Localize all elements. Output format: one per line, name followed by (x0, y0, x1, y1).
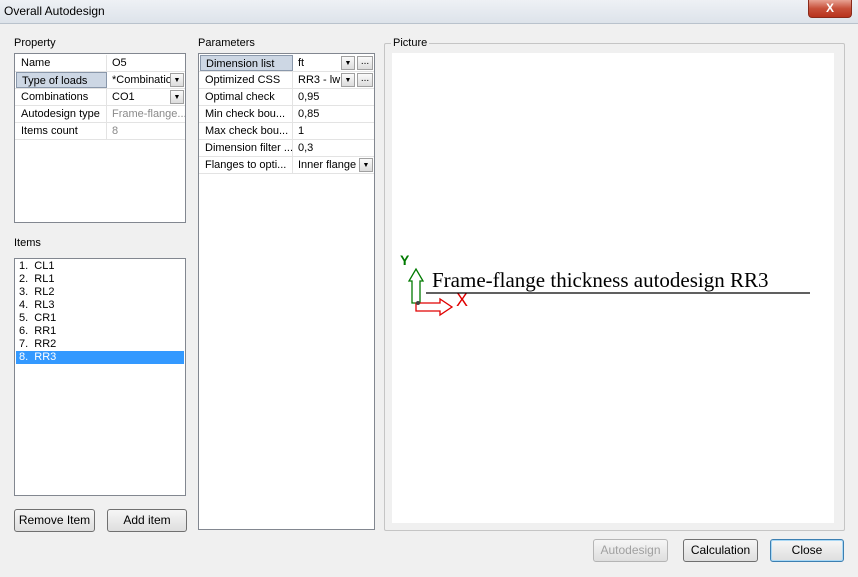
property-name: Type of loads (16, 72, 107, 88)
parameter-row[interactable]: Min check bou... 0,85 (199, 106, 374, 123)
property-row[interactable]: Autodesign type Frame-flange... (15, 106, 185, 123)
property-value-text: CO1 (112, 91, 135, 103)
window-title: Overall Autodesign (4, 4, 105, 18)
calculation-button[interactable]: Calculation (683, 539, 758, 562)
property-value-text: 8 (112, 125, 119, 137)
parameter-row[interactable]: Dimension list ft ▼... (199, 55, 374, 72)
chevron-down-icon[interactable]: ▼ (170, 73, 184, 87)
list-item[interactable]: 6. RR1 (16, 325, 184, 338)
property-value[interactable]: 8 (107, 123, 185, 139)
list-item[interactable]: 8. RR3 (16, 351, 184, 364)
parameter-value-text: 1 (298, 125, 305, 137)
parameter-name: Dimension filter ... (200, 140, 293, 156)
autodesign-button[interactable]: Autodesign (593, 539, 668, 562)
parameter-value-text: Inner flange (298, 159, 357, 171)
property-row[interactable]: Combinations CO1 ▼ (15, 89, 185, 106)
picture-label: Picture (391, 37, 430, 49)
parameter-value-text: 0,3 (298, 142, 314, 154)
property-row[interactable]: Type of loads *Combinatioı ▼ (15, 72, 185, 89)
property-value[interactable]: O5 (107, 55, 185, 71)
parameter-value[interactable]: RR3 - lw ▼... (293, 72, 374, 88)
property-row[interactable]: Items count 8 (15, 123, 185, 140)
property-value[interactable]: *Combinatioı ▼ (107, 72, 185, 88)
property-grid: Name O5 Type of loads *Combinatioı ▼ Combinat… (14, 53, 186, 223)
picture-canvas: Y X Frame-flange thickness autodesign RR… (392, 53, 834, 523)
title-bar: Overall Autodesign X (0, 0, 858, 24)
parameters-grid: Dimension list ft ▼... Optimized CSS RR3 - l… (198, 53, 375, 530)
parameter-name: Max check bou... (200, 123, 293, 139)
parameter-name: Flanges to opti... (200, 157, 293, 173)
list-item[interactable]: 4. RL3 (16, 299, 184, 312)
property-value-text: Frame-flange... (112, 108, 185, 120)
parameter-value-text: 0,95 (298, 91, 320, 103)
close-button[interactable]: Close (770, 539, 844, 562)
add-item-button[interactable]: Add item (107, 509, 187, 532)
property-name: Items count (16, 123, 107, 139)
parameter-row[interactable]: Optimized CSS RR3 - lw ▼... (199, 72, 374, 89)
chevron-down-icon[interactable]: ▼ (170, 90, 184, 104)
property-value[interactable]: CO1 ▼ (107, 89, 185, 105)
parameter-name: Optimized CSS (200, 72, 293, 88)
property-row[interactable]: Name O5 (15, 55, 185, 72)
ellipsis-button[interactable]: ... (357, 56, 373, 70)
picture-drawing: Y X Frame-flange thickness autodesign RR… (400, 252, 810, 317)
parameter-value[interactable]: 1 (293, 123, 374, 139)
axis-y-arrow (407, 267, 425, 304)
parameter-value[interactable]: ft ▼... (293, 55, 374, 71)
property-name: Combinations (16, 89, 107, 105)
parameter-row[interactable]: Dimension filter ... 0,3 (199, 140, 374, 157)
list-item[interactable]: 5. CR1 (16, 312, 184, 325)
parameter-value[interactable]: 0,95 (293, 89, 374, 105)
window-close-button[interactable]: X (808, 0, 852, 18)
parameter-value[interactable]: Inner flange ▼ (293, 157, 374, 173)
chevron-down-icon[interactable]: ▼ (359, 158, 373, 172)
list-item[interactable]: 2. RL1 (16, 273, 184, 286)
items-label: Items (14, 237, 41, 249)
property-value-text: O5 (112, 57, 127, 69)
property-name: Name (16, 55, 107, 71)
property-value[interactable]: Frame-flange... (107, 106, 185, 122)
parameter-value-text: ft (298, 57, 305, 69)
property-name: Autodesign type (16, 106, 107, 122)
chevron-down-icon[interactable]: ▼ (341, 56, 355, 70)
parameter-row[interactable]: Optimal check 0,95 (199, 89, 374, 106)
parameter-value-text: RR3 - lw (298, 74, 341, 86)
chevron-down-icon[interactable]: ▼ (341, 73, 355, 87)
parameter-row[interactable]: Flanges to opti... Inner flange ▼ (199, 157, 374, 174)
axis-x-arrow (415, 297, 454, 317)
property-value-text: *Combinatioı (112, 74, 175, 86)
axis-y-label: Y (400, 252, 410, 268)
property-label: Property (14, 37, 56, 49)
parameter-name: Min check bou... (200, 106, 293, 122)
parameters-label: Parameters (198, 37, 255, 49)
list-item[interactable]: 3. RL2 (16, 286, 184, 299)
origin-point (416, 301, 420, 305)
list-item[interactable]: 7. RR2 (16, 338, 184, 351)
remove-item-button[interactable]: Remove Item (14, 509, 95, 532)
parameter-value[interactable]: 0,3 (293, 140, 374, 156)
parameter-value[interactable]: 0,85 (293, 106, 374, 122)
items-list[interactable]: 1. CL1 2. RL1 3. RL2 4. RL3 5. CR1 6. RR1 7. R… (14, 258, 186, 496)
parameter-name: Optimal check (200, 89, 293, 105)
ellipsis-button[interactable]: ... (357, 73, 373, 87)
parameter-value-text: 0,85 (298, 108, 320, 120)
list-item[interactable]: 1. CL1 (16, 260, 184, 273)
picture-caption: Frame-flange thickness autodesign RR3 (432, 268, 769, 292)
parameter-row[interactable]: Max check bou... 1 (199, 123, 374, 140)
parameter-name: Dimension list (200, 55, 293, 71)
